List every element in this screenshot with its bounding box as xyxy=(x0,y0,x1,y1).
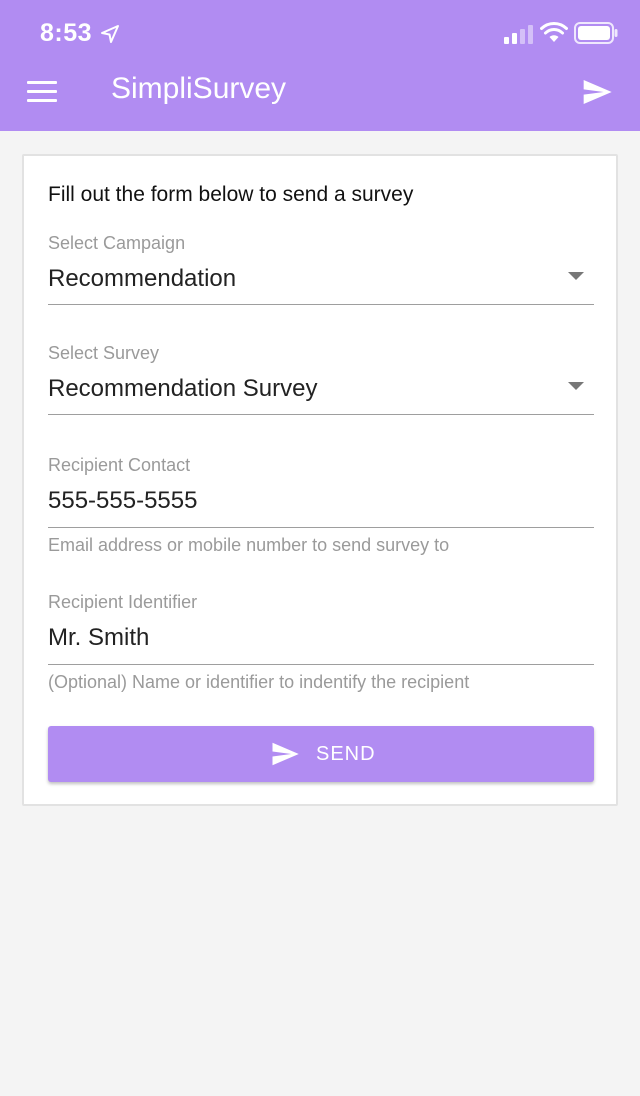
app-title: SimpliSurvey xyxy=(111,72,287,105)
send-icon xyxy=(272,742,299,766)
survey-underline xyxy=(48,414,594,415)
campaign-underline xyxy=(48,304,594,305)
survey-label: Select Survey xyxy=(48,343,160,363)
status-bar: 8:53 xyxy=(0,0,640,64)
send-header-button[interactable] xyxy=(574,68,622,116)
dropdown-arrow-icon xyxy=(568,382,584,390)
app-bar: SimpliSurvey xyxy=(0,64,640,131)
recipient-identifier-helper: (Optional) Name or identifier to indenti… xyxy=(48,672,470,692)
app-screen: 8:53 SimpliSurvey Fill out the form belo… xyxy=(0,0,640,1096)
location-arrow-icon xyxy=(101,25,119,43)
recipient-contact-underline xyxy=(48,527,594,528)
recipient-contact-input[interactable]: 555-555-5555 xyxy=(48,486,594,516)
header: 8:53 SimpliSurvey xyxy=(0,0,640,131)
recipient-contact-field[interactable]: Recipient Contact 555-555-5555 Email add… xyxy=(48,454,594,558)
dropdown-arrow-icon xyxy=(568,272,584,280)
survey-value: Recommendation Survey xyxy=(48,375,318,402)
wifi-icon xyxy=(540,21,568,42)
recipient-identifier-field[interactable]: Recipient Identifier Mr. Smith (Optional… xyxy=(48,591,594,695)
battery-icon xyxy=(574,22,618,44)
status-time: 8:53 xyxy=(40,19,93,47)
menu-button[interactable] xyxy=(20,72,64,116)
recipient-contact-label: Recipient Contact xyxy=(48,455,191,475)
survey-form-card: Fill out the form below to send a survey… xyxy=(22,154,618,806)
campaign-value: Recommendation xyxy=(48,265,237,292)
send-button-label: SEND xyxy=(316,743,376,765)
send-icon xyxy=(583,80,612,104)
send-button[interactable]: SEND xyxy=(48,726,594,782)
hamburger-menu-icon xyxy=(27,81,57,103)
recipient-identifier-underline xyxy=(48,664,594,665)
campaign-label: Select Campaign xyxy=(48,233,186,253)
recipient-identifier-label: Recipient Identifier xyxy=(48,592,198,612)
form-intro: Fill out the form below to send a survey xyxy=(48,183,414,206)
survey-select[interactable]: Select Survey Recommendation Survey xyxy=(48,342,594,416)
recipient-contact-helper: Email address or mobile number to send s… xyxy=(48,535,450,555)
signal-icon xyxy=(504,25,533,44)
campaign-select[interactable]: Select Campaign Recommendation xyxy=(48,232,594,306)
recipient-identifier-input[interactable]: Mr. Smith xyxy=(48,623,594,653)
